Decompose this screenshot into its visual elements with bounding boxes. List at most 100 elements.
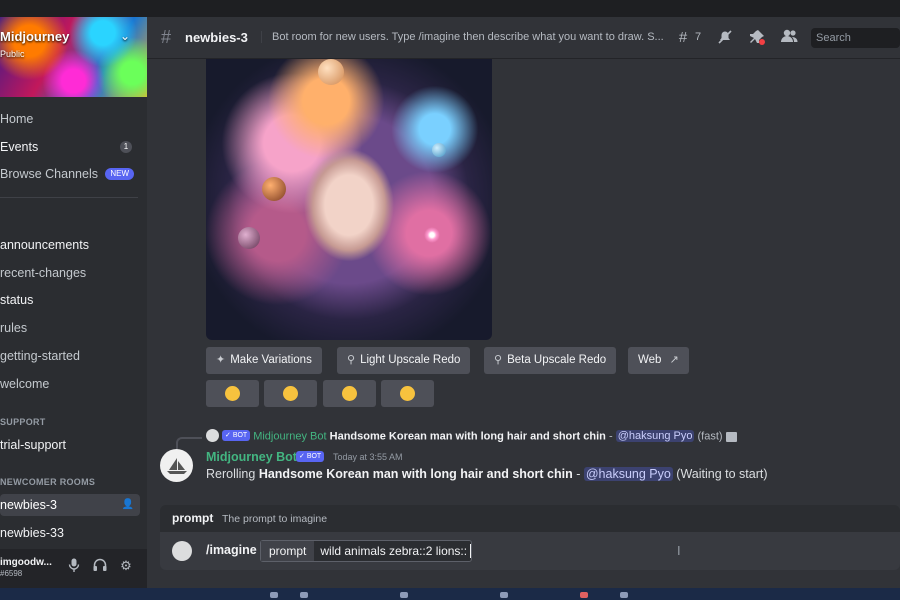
button-label: Beta Upscale Redo [507, 354, 607, 366]
channel-header: # newbies-3 Bot room for new users. Type… [147, 17, 900, 59]
bot-tag-label: BOT [306, 453, 322, 460]
channel-getting-started[interactable]: getting-started [0, 346, 140, 366]
reply-author[interactable]: Midjourney Bot [253, 430, 326, 442]
channel-label: announcements [0, 238, 89, 252]
message-mention[interactable]: @haksung Pyo [583, 467, 673, 481]
user-name[interactable]: imgoodw... [0, 557, 52, 568]
sidebar-item-events[interactable]: Events 1 [0, 137, 140, 157]
magnifier-icon: ⚲ [347, 354, 356, 366]
option-name: prompt [172, 511, 214, 525]
channel-trial-support[interactable]: trial-support [0, 435, 140, 455]
weary-face-icon [225, 386, 240, 402]
beta-upscale-redo-button[interactable]: ⚲ Beta Upscale Redo [484, 347, 617, 374]
reply-separator: - [605, 430, 616, 443]
magnifier-icon: ⚲ [494, 354, 503, 366]
message-prompt: Handsome Korean man with long hair and s… [258, 467, 573, 481]
sidebar-divider [0, 197, 138, 198]
channel-status[interactable]: status [0, 290, 140, 310]
user-panel: imgoodw... #6598 ⚙ [0, 549, 147, 588]
art-planet [238, 227, 260, 249]
sparkle-icon: ✦ [216, 354, 226, 366]
channel-label: welcome [0, 377, 50, 391]
taskbar-icon[interactable] [500, 592, 508, 598]
channel-rules[interactable]: rules [0, 318, 140, 338]
reaction-grinning-button[interactable] [323, 380, 376, 407]
settings-gear-icon[interactable]: ⚙ [118, 558, 134, 574]
message-author[interactable]: Midjourney Bot [206, 450, 297, 464]
sailboat-icon [167, 458, 187, 474]
message-timestamp: Today at 3:55 AM [333, 452, 403, 462]
art-planet [318, 59, 344, 85]
channel-label: getting-started [0, 349, 80, 363]
pinned-messages-icon[interactable] [747, 29, 767, 47]
bot-tag-label: BOT [232, 432, 248, 439]
channel-label: rules [0, 321, 28, 335]
chevron-down-icon[interactable]: ⌄ [120, 29, 130, 43]
text-cursor-ibeam-icon: I [677, 543, 681, 558]
button-label: Light Upscale Redo [360, 354, 461, 366]
channel-label: newbies-33 [0, 526, 64, 540]
channel-newbies-3[interactable]: newbies-3 👤 [0, 494, 140, 516]
reply-prompt: Handsome Korean man with long hair and s… [329, 430, 606, 443]
channel-newbies-33[interactable]: newbies-33 [0, 523, 140, 543]
prompt-input[interactable]: wild animals zebra::2 lions:: [314, 541, 470, 561]
member-list-icon[interactable] [779, 29, 799, 47]
message-prefix: Rerolling [206, 467, 259, 481]
unamused-face-icon [283, 386, 298, 402]
generated-image[interactable] [206, 59, 492, 340]
search-input[interactable]: Search [811, 28, 900, 48]
taskbar-strip [0, 588, 900, 600]
category-support[interactable]: SUPPORT [0, 417, 46, 427]
channel-recent-changes[interactable]: recent-changes [0, 263, 140, 283]
slash-command: /imagine [206, 543, 257, 557]
thread-count: 7 [695, 31, 702, 43]
reaction-heart-eyes-button[interactable] [381, 380, 434, 407]
server-name[interactable]: Midjourney [0, 29, 69, 44]
taskbar-icon[interactable] [580, 592, 588, 598]
channel-topic[interactable]: Bot room for new users. Type /imagine th… [261, 31, 665, 43]
server-banner: Midjourney Public ⌄ [0, 17, 147, 97]
grinning-face-icon [342, 386, 357, 402]
message-composer[interactable]: /imagine prompt wild animals zebra::2 lio… [160, 532, 900, 570]
message-body: Rerolling Handsome Korean man with long … [206, 467, 768, 481]
reply-reference[interactable]: ✓ BOT Midjourney Bot Handsome Korean man … [206, 429, 737, 444]
message-status: (Waiting to start) [672, 467, 768, 481]
headphones-icon[interactable] [92, 558, 108, 574]
sidebar-item-label: Browse Channels [0, 167, 98, 181]
category-newcomer-rooms[interactable]: NEWCOMER ROOMS [0, 477, 95, 487]
sidebar-item-home[interactable]: Home [0, 109, 140, 129]
art-star [424, 227, 440, 243]
events-count-badge: 1 [120, 141, 132, 153]
light-upscale-redo-button[interactable]: ⚲ Light Upscale Redo [337, 347, 471, 374]
reply-mention[interactable]: @haksung Pyo [615, 430, 695, 443]
threads-icon[interactable]: # [673, 29, 693, 47]
taskbar-icon[interactable] [270, 592, 278, 598]
add-member-icon[interactable]: 👤 [122, 494, 134, 516]
channel-announcements[interactable]: announcements [0, 235, 140, 255]
button-label: Web [638, 354, 662, 366]
microphone-icon[interactable] [66, 558, 82, 574]
avatar[interactable] [160, 449, 193, 482]
image-icon [725, 431, 737, 442]
new-badge: NEW [105, 168, 134, 180]
notification-bell-muted-icon[interactable] [715, 29, 735, 47]
web-button[interactable]: Web ↗ [628, 347, 689, 374]
channel-label: status [0, 293, 34, 307]
user-tag: #6598 [0, 569, 23, 578]
taskbar-icon[interactable] [300, 592, 308, 598]
channel-label: recent-changes [0, 266, 87, 280]
option-description: The prompt to imagine [222, 513, 328, 525]
taskbar-icon[interactable] [400, 592, 408, 598]
reaction-unamused-button[interactable] [264, 380, 317, 407]
reaction-weary-button[interactable] [206, 380, 259, 407]
channel-welcome[interactable]: welcome [0, 374, 140, 394]
art-planet [432, 143, 446, 157]
option-key: prompt [261, 541, 315, 561]
prompt-option-field[interactable]: prompt wild animals zebra::2 lions:: [260, 540, 473, 562]
command-option-popup[interactable]: prompt The prompt to imagine [160, 505, 900, 532]
hashtag-icon: # [161, 27, 172, 47]
sidebar-item-browse-channels[interactable]: Browse Channels NEW [0, 164, 140, 184]
taskbar-icon[interactable] [620, 592, 628, 598]
bot-mini-avatar [206, 429, 219, 442]
make-variations-button[interactable]: ✦ Make Variations [206, 347, 322, 374]
